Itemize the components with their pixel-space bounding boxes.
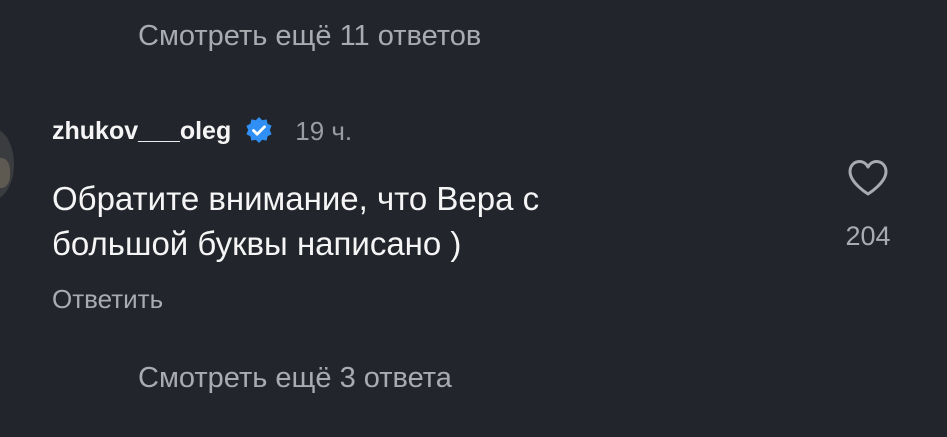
verified-badge-svg [246, 117, 272, 143]
reply-button[interactable]: Ответить [52, 284, 163, 315]
heart-svg [848, 160, 888, 196]
view-more-replies-top[interactable]: Смотреть ещё 11 ответов [138, 20, 481, 53]
timestamp: 19 ч. [295, 115, 353, 146]
comment-text: Обратите внимание, что Вера с большой бу… [52, 180, 540, 262]
like-block: 204 [832, 154, 904, 252]
view-more-replies-bottom[interactable]: Смотреть ещё 3 ответа [138, 362, 452, 395]
username[interactable]: zhukov___oleg [52, 117, 231, 146]
verified-badge-icon [243, 115, 275, 147]
avatar[interactable] [0, 128, 14, 200]
comment-header: zhukov___oleg 19 ч. [52, 115, 352, 147]
heart-icon[interactable] [844, 154, 892, 202]
like-count: 204 [845, 221, 891, 251]
